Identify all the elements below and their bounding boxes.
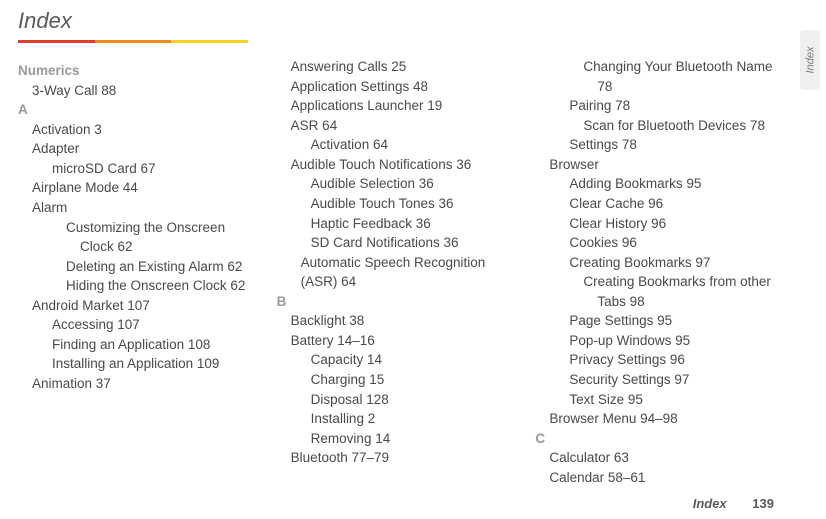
- entry-battery-removing: Removing 14: [311, 429, 518, 449]
- entry-browser-creating-bookmarks: Creating Bookmarks 97: [569, 253, 776, 273]
- column-3: Changing Your Bluetooth Name 78 Pairing …: [535, 57, 776, 487]
- column-1: Numerics 3-Way Call 88 A Activation 3 Ad…: [18, 61, 259, 487]
- entry-battery-capacity: Capacity 14: [311, 350, 518, 370]
- entry-battery-disposal: Disposal 128: [311, 390, 518, 410]
- entry-haptic-feedback: Haptic Feedback 36: [311, 214, 518, 234]
- entry-alarm-hiding: Hiding the Onscreen Clock 62: [66, 276, 259, 296]
- entry-bluetooth: Bluetooth 77–79: [291, 448, 518, 468]
- footer-section-label: Index: [693, 496, 727, 511]
- entry-application-settings: Application Settings 48: [291, 77, 518, 97]
- entry-browser-adding-bookmarks: Adding Bookmarks 95: [569, 174, 776, 194]
- entry-asr: ASR 64: [291, 116, 518, 136]
- heading-a: A: [18, 100, 259, 120]
- footer-page-number: 139: [752, 496, 774, 511]
- rule-segment-yellow: [171, 40, 248, 43]
- entry-browser-security-settings: Security Settings 97: [569, 370, 776, 390]
- rule-segment-orange: [95, 40, 172, 43]
- entry-bluetooth-change-name: Changing Your Bluetooth Name 78: [583, 57, 776, 96]
- entry-audible-touch-notifications: Audible Touch Notifications 36: [291, 155, 518, 175]
- entry-3way-call: 3-Way Call 88: [32, 81, 259, 101]
- entry-activation: Activation 3: [32, 120, 259, 140]
- entry-calculator: Calculator 63: [549, 448, 776, 468]
- entry-browser-privacy-settings: Privacy Settings 96: [569, 350, 776, 370]
- entry-adapter: Adapter: [32, 139, 259, 159]
- entry-battery-charging: Charging 15: [311, 370, 518, 390]
- column-2: Answering Calls 25 Application Settings …: [277, 57, 518, 487]
- entry-alarm-customizing: Customizing the Onscreen Clock 62: [66, 218, 259, 257]
- entry-browser-cookies: Cookies 96: [569, 233, 776, 253]
- entry-asr-activation: Activation 64: [311, 135, 518, 155]
- entry-browser: Browser: [549, 155, 776, 175]
- entry-auto-speech-recognition: Automatic Speech Recognition (ASR) 64: [291, 253, 518, 292]
- entry-market-accessing: Accessing 107: [52, 315, 259, 335]
- entry-bluetooth-scan: Scan for Bluetooth Devices 78: [583, 116, 776, 136]
- entry-sd-card-notifications: SD Card Notifications 36: [311, 233, 518, 253]
- entry-browser-popup-windows: Pop-up Windows 95: [569, 331, 776, 351]
- entry-audible-touch-tones: Audible Touch Tones 36: [311, 194, 518, 214]
- index-columns: Numerics 3-Way Call 88 A Activation 3 Ad…: [18, 57, 776, 487]
- entry-audible-selection: Audible Selection 36: [311, 174, 518, 194]
- heading-numerics: Numerics: [18, 61, 259, 81]
- entry-backlight: Backlight 38: [291, 311, 518, 331]
- entry-browser-creating-bookmarks-tabs: Creating Bookmarks from other Tabs 98: [583, 272, 776, 311]
- entry-adapter-microsd: microSD Card 67: [52, 159, 259, 179]
- entry-browser-clear-cache: Clear Cache 96: [569, 194, 776, 214]
- entry-browser-clear-history: Clear History 96: [569, 214, 776, 234]
- side-tab-label: Index: [804, 47, 816, 74]
- entry-airplane-mode: Airplane Mode 44: [32, 178, 259, 198]
- page: Index Numerics 3-Way Call 88 A Activatio…: [0, 0, 826, 487]
- entry-browser-text-size: Text Size 95: [569, 390, 776, 410]
- entry-applications-launcher: Applications Launcher 19: [291, 96, 518, 116]
- entry-answering-calls: Answering Calls 25: [291, 57, 518, 77]
- page-title: Index: [18, 8, 776, 34]
- entry-alarm-deleting: Deleting an Existing Alarm 62: [66, 257, 259, 277]
- entry-browser-menu: Browser Menu 94–98: [549, 409, 776, 429]
- title-underline: [18, 40, 248, 43]
- entry-battery-installing: Installing 2: [311, 409, 518, 429]
- entry-battery: Battery 14–16: [291, 331, 518, 351]
- heading-c: C: [535, 429, 776, 449]
- entry-animation: Animation 37: [32, 374, 259, 394]
- entry-calendar: Calendar 58–61: [549, 468, 776, 488]
- entry-market-installing: Installing an Application 109: [52, 354, 259, 374]
- heading-b: B: [277, 292, 518, 312]
- side-tab: Index: [800, 30, 820, 90]
- entry-bluetooth-settings: Settings 78: [569, 135, 776, 155]
- entry-alarm: Alarm: [32, 198, 259, 218]
- footer: Index 139: [693, 496, 774, 511]
- entry-bluetooth-pairing: Pairing 78: [569, 96, 776, 116]
- entry-browser-page-settings: Page Settings 95: [569, 311, 776, 331]
- entry-android-market: Android Market 107: [32, 296, 259, 316]
- rule-segment-red: [18, 40, 95, 43]
- entry-market-finding: Finding an Application 108: [52, 335, 259, 355]
